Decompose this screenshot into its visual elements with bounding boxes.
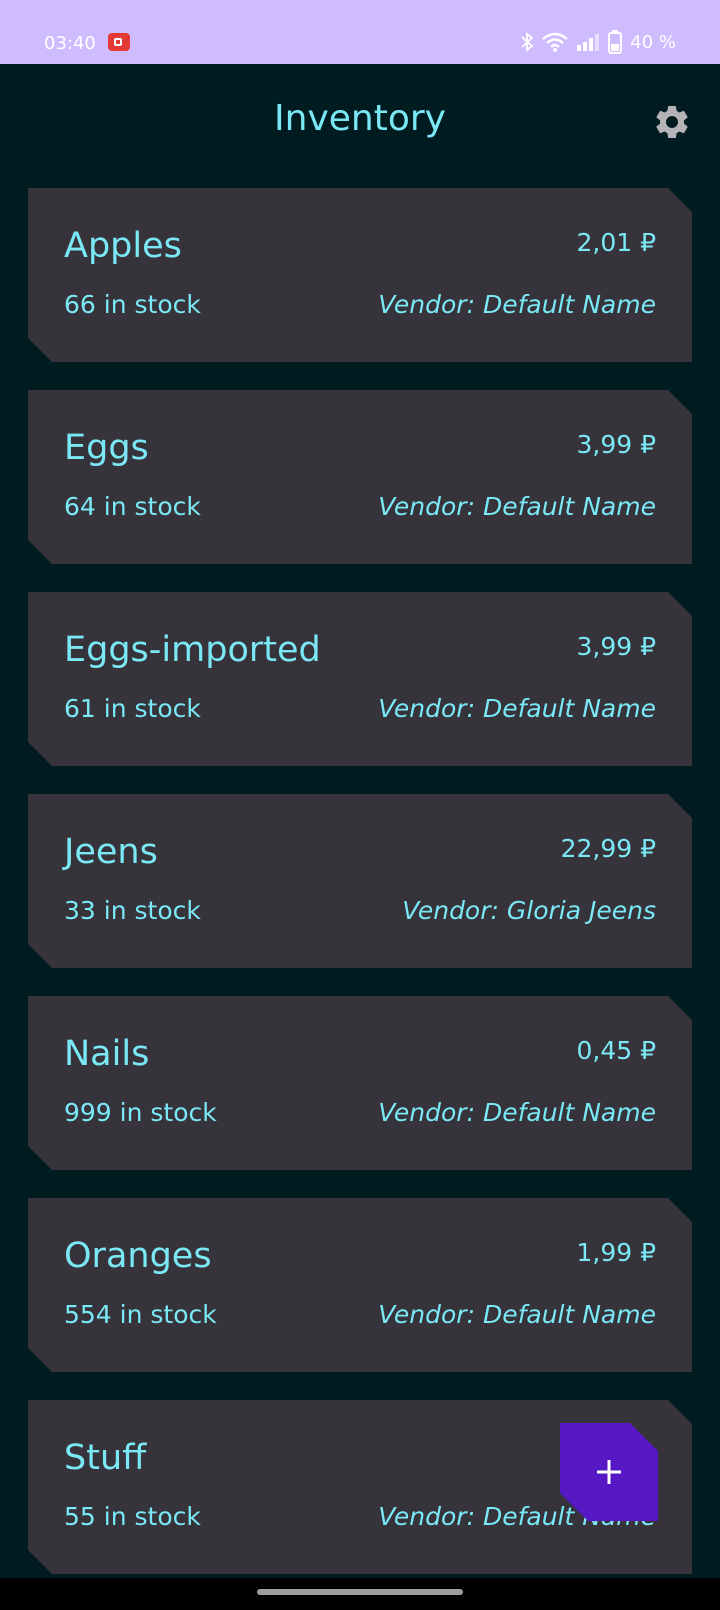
list-item[interactable]: Eggs-imported 3,99 ₽ 61 in stock Vendor:… [28,592,692,766]
item-price: 1,99 ₽ [576,1238,656,1267]
gear-icon [656,105,688,138]
item-stock: 33 in stock [64,896,201,925]
page-title: Inventory [274,98,446,139]
screen-record-icon [108,33,130,51]
cell-signal-icon [577,34,600,51]
add-item-button[interactable] [560,1423,658,1521]
item-stock: 61 in stock [64,694,201,723]
app-bar: Inventory [0,64,720,174]
list-item[interactable]: Eggs 3,99 ₽ 64 in stock Vendor: Default … [28,390,692,564]
item-vendor: Vendor: Default Name [378,290,656,319]
item-vendor: Vendor: Default Name [378,1300,656,1329]
item-price: 22,99 ₽ [560,834,656,863]
item-price: 2,01 ₽ [576,228,656,257]
list-item[interactable]: Jeens 22,99 ₽ 33 in stock Vendor: Gloria… [28,794,692,968]
item-name: Eggs [64,428,149,468]
item-vendor: Vendor: Gloria Jeens [402,896,656,925]
item-name: Oranges [64,1236,212,1276]
item-name: Apples [64,226,182,266]
list-item[interactable]: Nails 0,45 ₽ 999 in stock Vendor: Defaul… [28,996,692,1170]
item-name: Nails [64,1034,150,1074]
item-stock: 64 in stock [64,492,201,521]
battery-percent: 40 % [630,31,676,53]
plus-icon [597,1460,621,1484]
system-nav-bar [0,1578,720,1610]
wifi-icon [542,32,569,52]
item-stock: 999 in stock [64,1098,217,1127]
item-price: 0,45 ₽ [576,1036,656,1065]
list-item[interactable]: Apples 2,01 ₽ 66 in stock Vendor: Defaul… [28,188,692,362]
item-stock: 66 in stock [64,290,201,319]
settings-button[interactable] [652,102,692,142]
status-bar: 03:40 40 % [0,0,720,64]
item-vendor: Vendor: Default Name [378,694,656,723]
status-time: 03:40 [44,33,96,54]
item-vendor: Vendor: Default Name [378,492,656,521]
item-stock: 55 in stock [64,1502,201,1531]
bluetooth-icon [521,32,534,52]
item-price: 3,99 ₽ [576,430,656,459]
item-name: Jeens [64,832,158,872]
item-price: 3,99 ₽ [576,632,656,661]
list-item[interactable]: Oranges 1,99 ₽ 554 in stock Vendor: Defa… [28,1198,692,1372]
item-vendor: Vendor: Default Name [378,1098,656,1127]
home-gesture-handle[interactable] [257,1589,463,1595]
battery-icon [608,30,623,54]
item-name: Eggs-imported [64,630,321,670]
status-icons: 40 % [520,30,676,54]
item-name: Stuff [64,1438,147,1478]
item-stock: 554 in stock [64,1300,217,1329]
